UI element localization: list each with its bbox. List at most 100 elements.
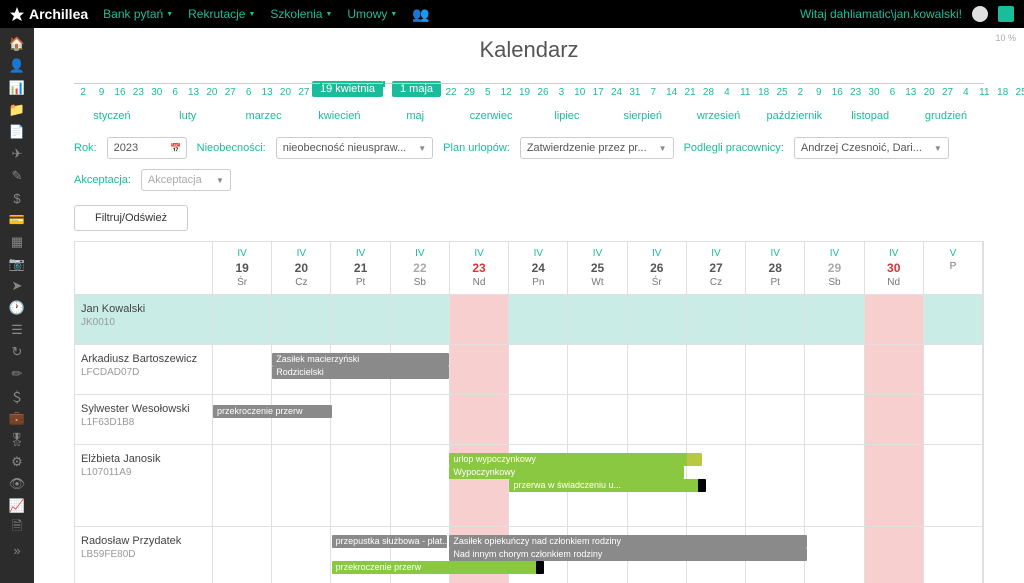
absence-bar[interactable]: Nad innym chorym członkiem rodziny bbox=[449, 548, 807, 561]
year-input[interactable]: 2023 bbox=[107, 137, 187, 159]
logo[interactable]: Archillea bbox=[10, 6, 88, 22]
timeline-day[interactable]: 17 bbox=[589, 87, 607, 98]
side-user-icon[interactable]: 👤 bbox=[0, 55, 34, 77]
timeline-day[interactable]: 9 bbox=[810, 87, 828, 98]
plan-dropdown[interactable]: Zatwierdzenie przez pr...▼ bbox=[520, 137, 674, 159]
timeline-month[interactable]: grudzień bbox=[908, 110, 984, 122]
employee-row[interactable]: Jan KowalskiJK0010 bbox=[75, 294, 983, 344]
side-send-icon[interactable]: ➤ bbox=[0, 275, 34, 297]
timeline-day[interactable]: 3 bbox=[552, 87, 570, 98]
team-icon[interactable]: 👥 bbox=[412, 6, 429, 23]
timeline-day[interactable]: 7 bbox=[644, 87, 662, 98]
absence-bar[interactable]: Rodzicielski bbox=[272, 366, 449, 379]
timeline-day[interactable]: 22 bbox=[442, 87, 460, 98]
timeline-day[interactable]: 28 bbox=[699, 87, 717, 98]
absence-bar[interactable]: przerwa w świadczeniu u... bbox=[509, 479, 702, 492]
timeline-month[interactable]: czerwiec bbox=[453, 110, 529, 122]
timeline-day[interactable]: 13 bbox=[184, 87, 202, 98]
absence-bar[interactable]: przekroczenie przerw bbox=[332, 561, 540, 574]
timeline-day[interactable]: 27 bbox=[221, 87, 239, 98]
side-cam-icon[interactable]: 📷 bbox=[0, 253, 34, 275]
nav-bank-pytan[interactable]: Bank pytań bbox=[103, 6, 173, 23]
timeline-day[interactable]: 18 bbox=[994, 87, 1012, 98]
timeline-day[interactable]: 30 bbox=[865, 87, 883, 98]
timeline-day[interactable]: 19 bbox=[515, 87, 533, 98]
timeline-day[interactable]: 20 bbox=[203, 87, 221, 98]
timeline-day[interactable]: 20 bbox=[276, 87, 294, 98]
timeline-day[interactable]: 26 bbox=[534, 87, 552, 98]
timeline-month[interactable]: lipiec bbox=[529, 110, 605, 122]
timeline-day[interactable]: 2 bbox=[74, 87, 92, 98]
employee-row[interactable]: Radosław PrzydatekLB59FE80Dprzepustka sł… bbox=[75, 526, 983, 583]
employees-dropdown[interactable]: Andrzej Czesnoić, Dari...▼ bbox=[794, 137, 949, 159]
side-folder-icon[interactable]: 📁 bbox=[0, 99, 34, 121]
side-brief-icon[interactable]: 💼 bbox=[0, 407, 34, 429]
timeline-day[interactable]: 2 bbox=[791, 87, 809, 98]
filter-button[interactable]: Filtruj/Odśwież bbox=[74, 205, 188, 231]
nav-rekrutacje[interactable]: Rekrutacje bbox=[188, 6, 255, 23]
side-card-icon[interactable]: 💳 bbox=[0, 209, 34, 231]
side-list-icon[interactable]: ☰ bbox=[0, 319, 34, 341]
timeline-day[interactable]: 20 bbox=[920, 87, 938, 98]
timeline-day[interactable]: 6 bbox=[166, 87, 184, 98]
timeline-day[interactable]: 11 bbox=[975, 87, 993, 98]
timeline-day[interactable]: 14 bbox=[663, 87, 681, 98]
timeline-day[interactable]: 25 bbox=[1012, 87, 1024, 98]
timeline-month[interactable]: kwiecień bbox=[301, 110, 377, 122]
absence-bar[interactable]: urlop wypoczynkowy bbox=[449, 453, 688, 466]
side-file-icon[interactable]: 🗎 bbox=[0, 517, 34, 539]
absence-bar[interactable]: przepustka służbowa - plat... bbox=[332, 535, 448, 548]
timeline-day[interactable]: 30 bbox=[148, 87, 166, 98]
timeline-day[interactable]: 29 bbox=[460, 87, 478, 98]
side-dollar-icon[interactable]: ＄ bbox=[0, 385, 34, 407]
timeline-day[interactable]: 18 bbox=[754, 87, 772, 98]
timeline-month[interactable]: luty bbox=[150, 110, 226, 122]
side-money-icon[interactable]: $ bbox=[0, 187, 34, 209]
absence-dropdown[interactable]: nieobecność nieuspraw...▼ bbox=[276, 137, 433, 159]
timeline-day[interactable]: 10 bbox=[571, 87, 589, 98]
timeline-day[interactable]: 16 bbox=[111, 87, 129, 98]
timeline-month[interactable]: styczeń bbox=[74, 110, 150, 122]
side-clock-icon[interactable]: 🕐 bbox=[0, 297, 34, 319]
absence-bar[interactable]: Zasiłek opiekuńczy nad członkiem rodziny bbox=[449, 535, 807, 548]
side-pen-icon[interactable]: ✏ bbox=[0, 363, 34, 385]
timeline-day[interactable]: 27 bbox=[938, 87, 956, 98]
absence-bar[interactable] bbox=[687, 453, 702, 466]
side-home-icon[interactable]: 🏠 bbox=[0, 33, 34, 55]
nav-szkolenia[interactable]: Szkolenia bbox=[270, 6, 332, 23]
timeline-day[interactable]: 25 bbox=[773, 87, 791, 98]
timeline-day[interactable]: 4 bbox=[718, 87, 736, 98]
timeline-day[interactable]: 31 bbox=[626, 87, 644, 98]
absence-bar[interactable] bbox=[536, 561, 544, 574]
side-tree-icon[interactable]: ⚙ bbox=[0, 451, 34, 473]
timeline-month[interactable]: sierpień bbox=[605, 110, 681, 122]
timeline-day[interactable]: 16 bbox=[828, 87, 846, 98]
timeline-day[interactable]: 27 bbox=[295, 87, 313, 98]
side-grid-icon[interactable]: ▦ bbox=[0, 231, 34, 253]
timeline-month[interactable]: marzec bbox=[226, 110, 302, 122]
nav-umowy[interactable]: Umowy bbox=[347, 6, 397, 23]
side-eye-icon[interactable]: 👁 bbox=[0, 473, 34, 495]
employee-row[interactable]: Sylwester WesołowskiL1F63D1B8przekroczen… bbox=[75, 394, 983, 444]
timeline-day[interactable]: 13 bbox=[258, 87, 276, 98]
side-graph-icon[interactable]: 📈 bbox=[0, 495, 34, 517]
timeline-day[interactable]: 11 bbox=[736, 87, 754, 98]
timeline-day[interactable]: 5 bbox=[479, 87, 497, 98]
side-expand-icon[interactable]: » bbox=[0, 539, 34, 561]
absence-bar[interactable]: Zasiłek macierzyński bbox=[272, 353, 449, 366]
timeline-month[interactable]: wrzesień bbox=[681, 110, 757, 122]
timeline-day[interactable]: 23 bbox=[846, 87, 864, 98]
timeline-day[interactable]: 12 bbox=[497, 87, 515, 98]
side-plane-icon[interactable]: ✈ bbox=[0, 143, 34, 165]
user-icon[interactable] bbox=[972, 6, 988, 22]
timeline-day[interactable]: 6 bbox=[240, 87, 258, 98]
timeline-day[interactable]: 24 bbox=[607, 87, 625, 98]
timeline-month[interactable]: listopad bbox=[832, 110, 908, 122]
timeline-day[interactable]: 9 bbox=[92, 87, 110, 98]
employee-row[interactable]: Elżbieta JanosikL107011A9urlop wypoczynk… bbox=[75, 444, 983, 526]
timeline-day[interactable]: 21 bbox=[681, 87, 699, 98]
absence-bar[interactable]: Wypoczynkowy bbox=[449, 466, 684, 479]
calendar-icon[interactable] bbox=[998, 6, 1014, 22]
timeline-month[interactable]: maj bbox=[377, 110, 453, 122]
absence-bar[interactable] bbox=[698, 479, 706, 492]
